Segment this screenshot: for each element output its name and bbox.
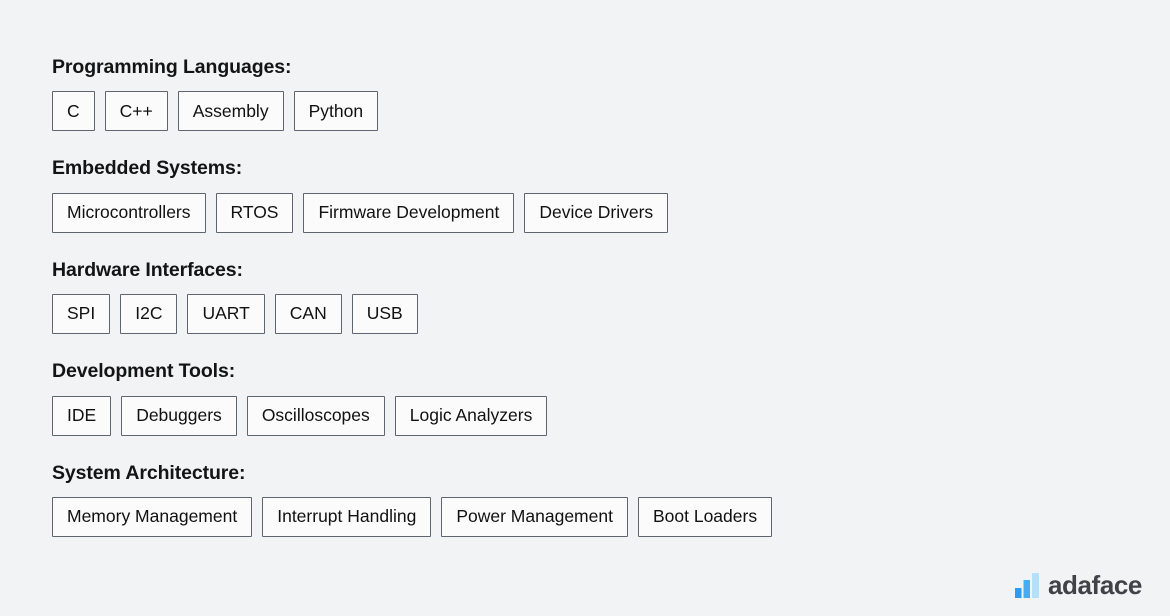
- skill-tag[interactable]: Assembly: [177, 91, 284, 132]
- section-title: Development Tools:: [52, 360, 236, 383]
- skill-section: System Architecture: Memory Management Int…: [52, 462, 1112, 537]
- skill-tag[interactable]: C++: [104, 91, 168, 132]
- tag-row: IDE Debuggers Oscilloscopes Logic Analyzers: [52, 395, 1112, 436]
- skill-tag[interactable]: Interrupt Handling: [262, 496, 432, 537]
- skill-tag[interactable]: Power Management: [441, 496, 628, 537]
- skill-tag[interactable]: RTOS: [215, 192, 294, 233]
- skill-tag[interactable]: Boot Loaders: [637, 496, 773, 537]
- skill-tag[interactable]: UART: [187, 294, 265, 335]
- bar-chart-logo-icon: [1014, 572, 1039, 598]
- skill-tag[interactable]: CAN: [274, 294, 342, 335]
- skill-section: Hardware Interfaces: SPI I2C UART CAN USB: [52, 258, 1112, 335]
- tag-row: Microcontrollers RTOS Firmware Development…: [52, 192, 1112, 233]
- skill-section: Programming Languages: C C++ Assembly Python: [52, 56, 1112, 132]
- skill-tag[interactable]: Microcontrollers: [52, 192, 206, 233]
- skill-tag[interactable]: Firmware Development: [303, 192, 515, 233]
- skill-section: Embedded Systems: Microcontrollers RTOS Fir…: [52, 157, 1112, 233]
- skill-tag[interactable]: Python: [293, 91, 379, 132]
- section-title: Programming Languages:: [52, 56, 292, 78]
- skills-sections: Programming Languages: C C++ Assembly Python…: [52, 56, 1112, 537]
- skill-tag[interactable]: Logic Analyzers: [394, 395, 548, 436]
- tag-row: Memory Management Interrupt Handling Power…: [52, 496, 1112, 537]
- section-title: System Architecture:: [52, 461, 246, 484]
- section-title: Hardware Interfaces:: [52, 258, 243, 281]
- tag-row: SPI I2C UART CAN USB: [52, 294, 1112, 335]
- skill-tag[interactable]: C: [52, 91, 95, 132]
- skill-tag[interactable]: Oscilloscopes: [246, 395, 385, 436]
- adaface-wordmark: adaface: [1047, 570, 1142, 600]
- skill-tag[interactable]: Device Drivers: [524, 192, 669, 233]
- skill-tag[interactable]: IDE: [52, 395, 112, 436]
- skill-tag[interactable]: Debuggers: [121, 395, 237, 436]
- section-title: Embedded Systems:: [52, 157, 243, 180]
- skill-tag[interactable]: SPI: [52, 294, 111, 335]
- skill-section: Development Tools: IDE Debuggers Oscillosco…: [52, 360, 1112, 436]
- tag-row: C C++ Assembly Python: [52, 91, 1112, 132]
- skill-tag[interactable]: Memory Management: [52, 496, 253, 537]
- skill-tag[interactable]: I2C: [120, 294, 178, 335]
- skills-sheet: Programming Languages: C C++ Assembly Python…: [0, 0, 1170, 616]
- skill-tag[interactable]: USB: [351, 294, 418, 335]
- adaface-logo: adaface: [1014, 570, 1142, 600]
